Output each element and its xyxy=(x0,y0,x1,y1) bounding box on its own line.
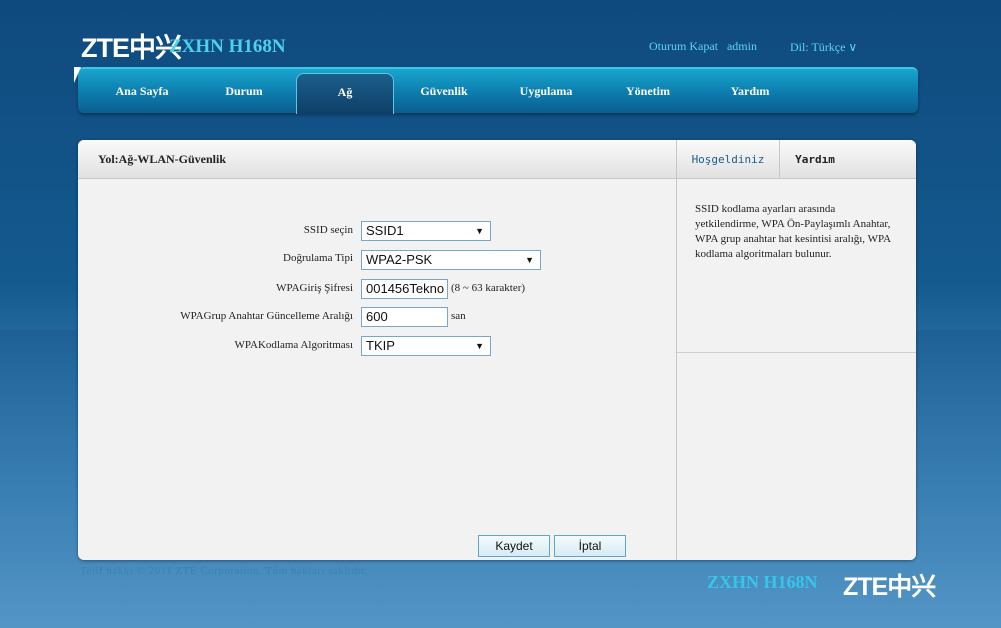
panel-header: Yol:Ağ-WLAN-Güvenlik xyxy=(78,140,676,179)
nav-item-network[interactable]: Ağ xyxy=(296,73,394,114)
save-button[interactable]: Kaydet xyxy=(478,535,550,557)
footer-model-name: ZXHN H168N xyxy=(707,572,818,592)
breadcrumb: Yol:Ağ-WLAN-Güvenlik xyxy=(98,152,227,166)
password-input[interactable]: 001456Tekno xyxy=(361,279,448,299)
help-sidebar: Hoşgeldiniz Yardım SSID kodlama ayarları… xyxy=(676,140,916,560)
auth-type-label: Doğrulama Tipi xyxy=(283,252,353,264)
sidebar-tabs: Hoşgeldiniz Yardım xyxy=(677,140,916,179)
dropdown-arrow-icon: ▼ xyxy=(525,255,534,265)
language-selector[interactable]: Dil: Türkçe ∨ xyxy=(790,40,857,55)
main-nav: Ana Sayfa Durum Ağ Güvenlik Uygulama Yön… xyxy=(78,67,918,114)
dropdown-arrow-icon: ▼ xyxy=(475,341,484,351)
encryption-select[interactable]: TKIP ▼ xyxy=(361,336,491,356)
copyright-text: Telif hakkı © 2011 ZTE Corporation. Tüm … xyxy=(80,565,368,577)
password-hint: (8 ~ 63 karakter) xyxy=(451,282,526,294)
auth-type-select-value: WPA2-PSK xyxy=(366,252,433,267)
encryption-select-value: TKIP xyxy=(366,338,395,353)
tab-welcome[interactable]: Hoşgeldiniz xyxy=(677,140,780,178)
group-key-interval-input[interactable]: 600 xyxy=(361,307,448,327)
nav-item-application[interactable]: Uygulama xyxy=(496,69,596,113)
mouse-cursor-icon xyxy=(74,67,81,83)
username: admin xyxy=(726,39,757,53)
model-name: ZXHN H168N xyxy=(169,36,286,57)
logout-link[interactable]: Oturum Kapat xyxy=(649,39,718,53)
nav-item-security[interactable]: Güvenlik xyxy=(394,69,494,113)
sidebar-divider xyxy=(677,352,916,353)
header-links: Oturum Kapat admin xyxy=(649,39,763,54)
group-key-interval-label: WPAGrup Anahtar Güncelleme Aralığı xyxy=(180,310,353,322)
nav-item-management[interactable]: Yönetim xyxy=(598,69,698,113)
ssid-label: SSID seçin xyxy=(303,224,353,236)
nav-item-home[interactable]: Ana Sayfa xyxy=(92,69,192,113)
group-key-interval-unit: san xyxy=(451,310,466,322)
cancel-button[interactable]: İptal xyxy=(554,535,626,557)
content-panel: Yol:Ağ-WLAN-Güvenlik SSID seçin SSID1 ▼ … xyxy=(78,140,916,560)
footer-zte-logo: ZTE中兴 xyxy=(843,573,936,601)
auth-type-select[interactable]: WPA2-PSK ▼ xyxy=(361,250,541,270)
ssid-select[interactable]: SSID1 ▼ xyxy=(361,221,491,241)
zte-logo: ZTE中兴 xyxy=(81,33,182,63)
encryption-label: WPAKodlama Algoritması xyxy=(234,339,353,351)
dropdown-arrow-icon: ▼ xyxy=(475,226,484,236)
help-text: SSID kodlama ayarları arasında yetkilend… xyxy=(695,203,891,260)
tab-help[interactable]: Yardım xyxy=(780,140,850,178)
ssid-select-value: SSID1 xyxy=(366,223,404,238)
nav-item-status[interactable]: Durum xyxy=(194,69,294,113)
nav-item-help[interactable]: Yardım xyxy=(700,69,800,113)
password-label: WPAGiriş Şifresi xyxy=(276,282,353,294)
